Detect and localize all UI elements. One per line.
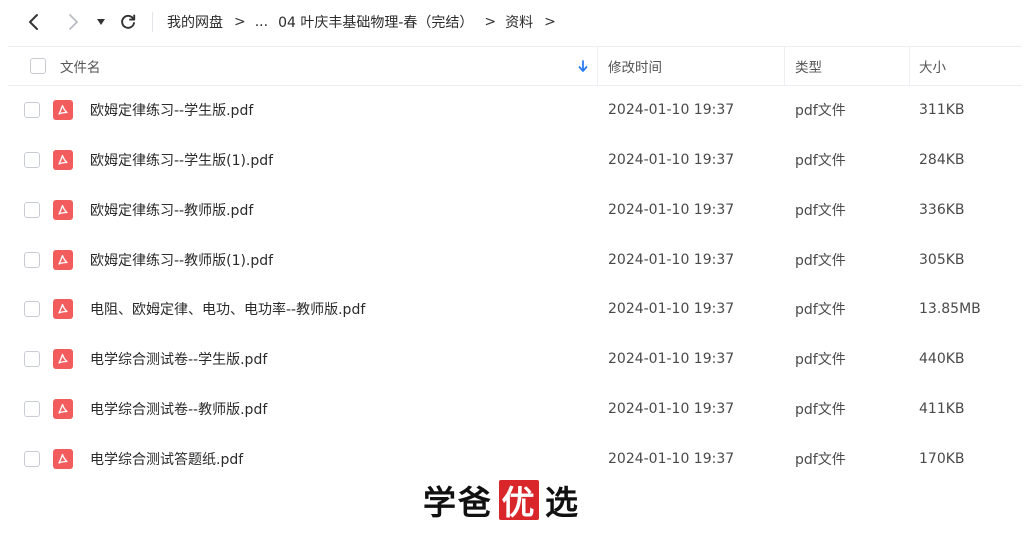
file-type: pdf文件	[795, 252, 846, 269]
table-row[interactable]: 欧姆定律练习--教师版.pdf 2024-01-10 19:37 pdf文件 3…	[8, 185, 1022, 235]
file-name[interactable]: 电学综合测试卷--教师版.pdf	[90, 384, 267, 434]
file-name[interactable]: 欧姆定律练习--学生版.pdf	[90, 85, 253, 135]
file-type: pdf文件	[795, 202, 846, 219]
column-header-modified[interactable]: 修改时间	[608, 47, 662, 85]
toolbar-divider	[152, 12, 153, 32]
breadcrumb-item-course-folder[interactable]: 04 叶庆丰基础物理-春（完结）	[278, 12, 473, 32]
column-divider[interactable]	[909, 47, 910, 85]
breadcrumb: 我的网盘 > ... 04 叶庆丰基础物理-春（完结） > 资料 >	[167, 0, 565, 44]
file-type: pdf文件	[795, 152, 846, 169]
row-checkbox[interactable]	[24, 201, 40, 218]
pdf-file-icon	[53, 299, 73, 320]
file-list: 欧姆定律练习--学生版.pdf 2024-01-10 19:37 pdf文件 3…	[8, 85, 1022, 484]
forward-button[interactable]	[59, 8, 87, 36]
breadcrumb-separator: >	[544, 14, 556, 30]
file-size: 336KB	[919, 201, 965, 218]
row-checkbox[interactable]	[24, 102, 40, 118]
file-modified-time: 2024-01-10 19:37	[608, 201, 735, 218]
row-checkbox[interactable]	[24, 401, 40, 418]
history-dropdown-button[interactable]	[88, 8, 114, 36]
breadcrumb-item-root[interactable]: 我的网盘	[167, 12, 223, 32]
column-header-size-label: 大小	[919, 60, 946, 76]
file-name[interactable]: 电学综合测试卷--学生版.pdf	[90, 334, 267, 384]
column-header-modified-label: 修改时间	[608, 60, 662, 76]
file-size: 440KB	[919, 351, 965, 368]
table-row[interactable]: 欧姆定律练习--学生版(1).pdf 2024-01-10 19:37 pdf文…	[8, 135, 1022, 185]
table-row[interactable]: 电学综合测试卷--学生版.pdf 2024-01-10 19:37 pdf文件 …	[8, 334, 1022, 384]
breadcrumb-item-ellipsis[interactable]: ...	[255, 14, 268, 30]
file-size: 411KB	[919, 401, 965, 418]
table-row[interactable]: 电学综合测试卷--教师版.pdf 2024-01-10 19:37 pdf文件 …	[8, 384, 1022, 434]
table-row[interactable]: 欧姆定律练习--学生版.pdf 2024-01-10 19:37 pdf文件 3…	[8, 85, 1022, 135]
row-checkbox[interactable]	[24, 301, 40, 318]
column-header-size[interactable]: 大小	[919, 47, 946, 85]
column-header-type-label: 类型	[795, 60, 822, 76]
pdf-file-icon	[53, 100, 73, 120]
pdf-file-icon	[53, 349, 73, 370]
file-name[interactable]: 电学综合测试答题纸.pdf	[90, 434, 243, 484]
file-modified-time: 2024-01-10 19:37	[608, 151, 735, 168]
file-size: 13.85MB	[919, 301, 981, 318]
pdf-file-icon	[53, 448, 73, 469]
file-name[interactable]: 欧姆定律练习--教师版.pdf	[90, 185, 253, 235]
pdf-file-icon	[53, 249, 73, 270]
chevron-left-icon	[29, 14, 38, 30]
breadcrumb-item-current-folder[interactable]: 资料	[505, 12, 533, 32]
back-button[interactable]	[20, 8, 48, 36]
caret-down-icon	[97, 19, 105, 25]
file-type: pdf文件	[795, 302, 846, 319]
file-name[interactable]: 欧姆定律练习--教师版(1).pdf	[90, 235, 273, 285]
column-header-name[interactable]: 文件名	[60, 47, 101, 85]
watermark-text-left: 学爸	[423, 483, 493, 522]
file-modified-time: 2024-01-10 19:37	[608, 251, 735, 268]
refresh-button[interactable]	[114, 8, 142, 36]
row-checkbox[interactable]	[24, 251, 40, 268]
column-divider[interactable]	[784, 47, 785, 85]
file-name[interactable]: 欧姆定律练习--学生版(1).pdf	[90, 135, 273, 185]
navigation-bar: 我的网盘 > ... 04 叶庆丰基础物理-春（完结） > 资料 >	[0, 0, 1024, 44]
watermark-logo: 学爸 优 选	[423, 480, 580, 522]
file-size: 170KB	[919, 450, 965, 467]
pdf-file-icon	[53, 149, 73, 170]
file-browser-window: 我的网盘 > ... 04 叶庆丰基础物理-春（完结） > 资料 > 文件名 修…	[0, 0, 1024, 558]
column-header-name-label: 文件名	[60, 60, 101, 76]
chevron-right-icon	[69, 14, 78, 30]
file-type: pdf文件	[795, 402, 846, 419]
pdf-file-icon	[53, 399, 73, 420]
file-size: 305KB	[919, 251, 965, 268]
row-checkbox[interactable]	[24, 450, 40, 467]
pdf-file-icon	[53, 199, 73, 220]
sort-down-arrow-icon	[578, 59, 588, 72]
watermark-seal: 优	[499, 480, 539, 522]
watermark-text-right: 选	[545, 483, 580, 522]
column-header-type[interactable]: 类型	[795, 47, 822, 85]
file-type: pdf文件	[795, 451, 846, 468]
table-row[interactable]: 欧姆定律练习--教师版(1).pdf 2024-01-10 19:37 pdf文…	[8, 235, 1022, 285]
file-type: pdf文件	[795, 103, 846, 119]
file-modified-time: 2024-01-10 19:37	[608, 102, 735, 118]
file-size: 311KB	[919, 102, 965, 118]
breadcrumb-separator: >	[234, 14, 246, 30]
row-checkbox[interactable]	[24, 151, 40, 168]
file-name[interactable]: 电阻、欧姆定律、电功、电功率--教师版.pdf	[90, 284, 365, 334]
select-all-checkbox[interactable]	[30, 58, 46, 74]
file-modified-time: 2024-01-10 19:37	[608, 301, 735, 318]
file-modified-time: 2024-01-10 19:37	[608, 450, 735, 467]
column-divider[interactable]	[597, 47, 598, 85]
file-table-header: 文件名 修改时间 类型 大小	[8, 46, 1022, 86]
breadcrumb-separator: >	[484, 14, 497, 30]
sort-toggle[interactable]	[578, 47, 588, 85]
refresh-icon	[121, 14, 136, 29]
file-modified-time: 2024-01-10 19:37	[608, 351, 735, 368]
table-row[interactable]: 电阻、欧姆定律、电功、电功率--教师版.pdf 2024-01-10 19:37…	[8, 284, 1022, 334]
row-checkbox[interactable]	[24, 351, 40, 368]
file-size: 284KB	[919, 151, 965, 168]
file-modified-time: 2024-01-10 19:37	[608, 401, 735, 418]
file-type: pdf文件	[795, 352, 846, 369]
